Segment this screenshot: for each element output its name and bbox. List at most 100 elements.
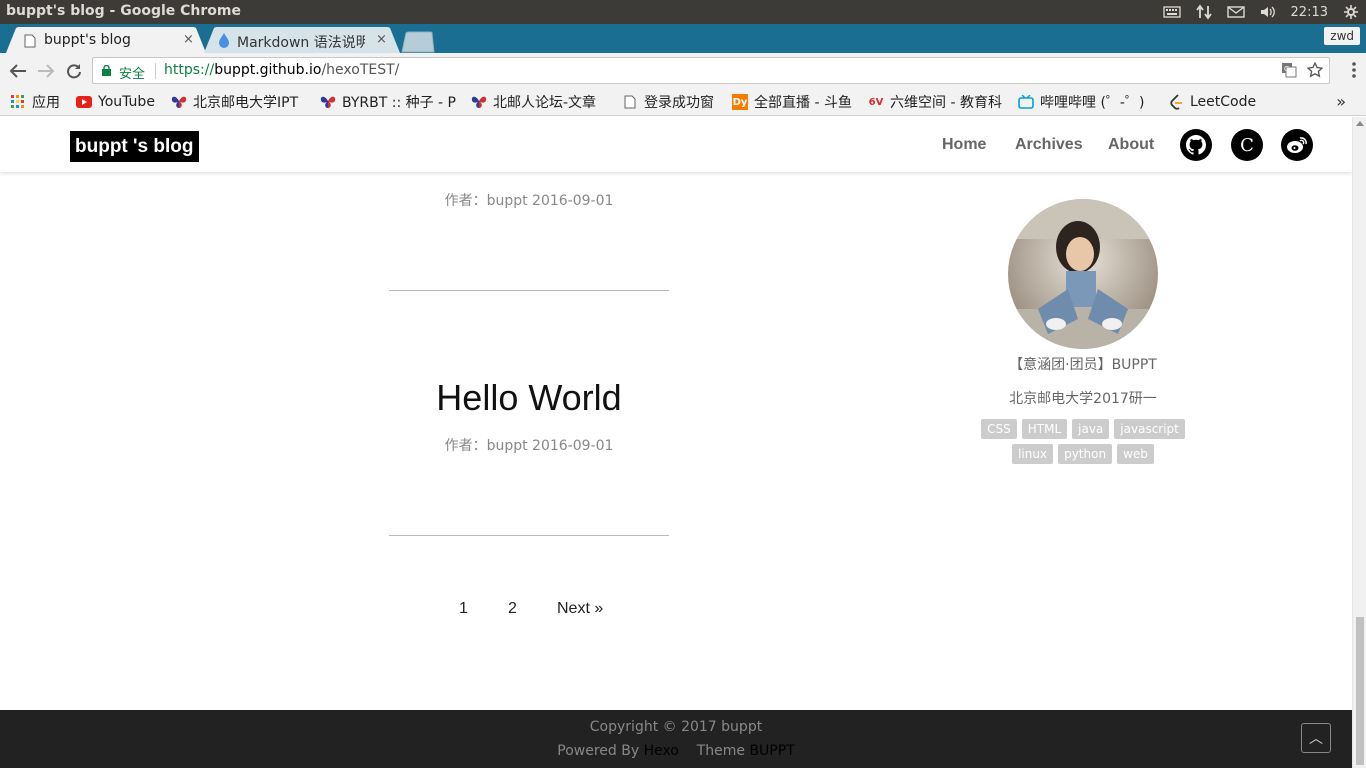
tab-inactive[interactable]: Markdown 语法说明 × [204,27,400,53]
tag-item[interactable]: CSS [981,419,1017,439]
bookmark-label: 北邮人论坛-文章 [493,95,597,111]
bookmark-bilibili[interactable]: 哔哩哔哩 (゜-゜) [1018,93,1158,111]
copyright: Copyright © 2017 buppt [589,719,763,735]
tag-item[interactable]: javascript [1114,419,1185,439]
close-icon[interactable]: × [376,32,387,47]
weibo-icon[interactable] [1281,129,1313,161]
bookmarks-overflow-button[interactable]: » [1336,92,1346,111]
tag-item[interactable]: python [1058,444,1113,464]
next-page-link[interactable]: Next » [557,600,603,618]
bookmark-6v[interactable]: 6V 六维空间 - 教育科 [868,93,1008,111]
reload-button[interactable] [63,60,85,82]
bookmark-bupt-ipt[interactable]: 北京邮电大学IPT [171,93,307,111]
tag-item[interactable]: linux [1012,444,1054,464]
bookmark-byr-forum[interactable]: 北邮人论坛-文章 [471,93,609,111]
tag-item[interactable]: HTML [1021,419,1068,439]
nav-archives[interactable]: Archives [1015,136,1083,154]
page-icon [622,94,638,110]
bookmark-byrbt[interactable]: BYRBT :: 种子 - P [320,93,458,111]
url-scheme: https:// [164,62,215,78]
network-icon[interactable] [1195,4,1213,20]
leetcode-icon [1168,94,1184,110]
bookmark-youtube[interactable]: YouTube [76,93,155,111]
bookmark-apps[interactable]: 应用 [10,93,60,111]
github-icon[interactable] [1180,129,1212,161]
secure-label: 安全 [119,67,146,82]
theme-prefix: Theme [696,743,750,759]
nav-home[interactable]: Home [942,136,986,154]
theme-link[interactable]: BUPPT [749,743,794,759]
bookmark-douyu[interactable]: Dy 全部直播 - 斗鱼 [732,93,852,111]
address-bar[interactable]: 安全 https://buppt.github.io/hexoTEST/ G [92,57,1330,84]
browser-toolbar: 安全 https://buppt.github.io/hexoTEST/ G [0,53,1366,88]
translate-icon[interactable]: G [1281,62,1297,82]
bookmark-label: 全部直播 - 斗鱼 [754,95,852,111]
csdn-button[interactable]: C [1231,129,1263,161]
bookmark-label: 哔哩哔哩 (゜-゜) [1040,95,1145,111]
scroll-thumb[interactable] [1356,617,1364,765]
post-meta: 作者：buppt 2016-09-01 [444,193,614,209]
post-title[interactable]: Hello World [339,377,719,419]
page-link-2[interactable]: 2 [508,600,517,618]
tab-strip: buppt's blog × Markdown 语法说明 × zwd [0,24,1366,53]
volume-icon[interactable] [1259,4,1277,20]
byr-butterfly-icon [320,94,336,110]
new-tab-button[interactable] [398,27,438,53]
bookmark-label: 应用 [32,95,60,111]
nav-about[interactable]: About [1108,136,1154,154]
author-name: 【意涵团·团员】BUPPT [1009,357,1157,373]
bookmark-label: LeetCode [1190,94,1257,110]
os-title-bar: buppt's blog - Google Chrome 22:13 [0,0,1366,24]
url-host: buppt.github.io [214,62,322,78]
page-icon [24,33,36,52]
byr-butterfly-icon [171,94,187,110]
close-icon[interactable]: × [183,32,194,47]
drop-icon [218,32,230,52]
gear-icon[interactable] [1342,4,1360,20]
douyu-icon: Dy [732,94,748,110]
scroll-up-arrow-icon[interactable] [1356,121,1364,126]
mail-icon[interactable] [1226,4,1245,20]
bookmark-leetcode[interactable]: LeetCode [1168,93,1256,111]
omnibox-divider [155,63,156,79]
site-logo[interactable]: buppt 's blog [70,131,199,162]
author-bio: 北京邮电大学2017研一 [1009,391,1157,407]
lock-icon [102,65,111,76]
tab-label: Markdown 语法说明 [237,35,365,51]
apps-grid-icon [10,94,26,110]
post-divider [389,535,669,536]
back-to-top-button[interactable]: ︿ [1301,723,1331,753]
hexo-link[interactable]: Hexo [644,743,679,759]
profile-button[interactable]: zwd [1324,27,1360,45]
bookmark-login[interactable]: 登录成功窗 [622,93,714,111]
url-text[interactable]: https://buppt.github.io/hexoTEST/ [164,62,399,78]
star-icon[interactable] [1306,61,1324,82]
powered-by: Powered By Hexo Theme BUPPT [0,743,1352,759]
6v-icon: 6V [868,96,884,108]
tag-cloud: CSS HTML java javascript linux python we… [965,419,1201,464]
back-button[interactable] [7,60,29,82]
byr-butterfly-icon [471,94,487,110]
bookmarks-bar: 应用 YouTube 北京邮电大学IPT BYRBT :: 种子 - P 北邮人… [0,88,1366,116]
bookmark-label: YouTube [98,94,155,110]
url-path: /hexoTEST/ [321,62,400,78]
tab-label: buppt's blog [44,32,131,48]
bilibili-icon [1018,94,1034,110]
system-tray: 22:13 [1162,0,1360,24]
tab-active[interactable]: buppt's blog × [6,27,206,53]
window-title: buppt's blog - Google Chrome [6,3,241,19]
keyboard-icon[interactable] [1162,4,1181,20]
menu-icon[interactable] [1352,61,1356,79]
site-footer: Copyright © 2017 buppt Powered By Hexo T… [0,710,1352,768]
site-header: buppt 's blog Home Archives About C [0,117,1352,172]
forward-button[interactable] [35,60,57,82]
post-meta: 作者：buppt 2016-09-01 [444,438,614,454]
page-scrollbar[interactable] [1352,117,1366,768]
page-link-1[interactable]: 1 [459,600,468,618]
tag-item[interactable]: java [1072,419,1110,439]
clock[interactable]: 22:13 [1291,5,1328,20]
bookmark-label: 六维空间 - 教育科 [890,95,1002,111]
page-viewport: buppt 's blog Home Archives About C 作者：b… [0,117,1352,768]
bookmark-label: BYRBT :: 种子 - P [342,95,457,111]
tag-item[interactable]: web [1117,444,1154,464]
